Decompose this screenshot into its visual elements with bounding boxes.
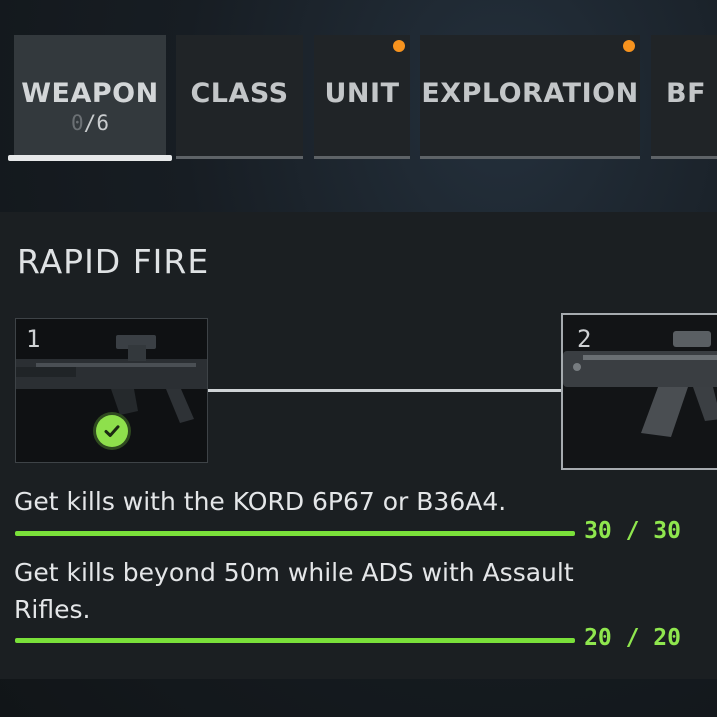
- challenge-2-progress-bar: [15, 638, 575, 643]
- tab-unit[interactable]: UNIT: [314, 35, 410, 159]
- tab-label: WEAPON: [21, 78, 159, 109]
- tab-label: CLASS: [190, 78, 289, 109]
- assignment-title: RAPID FIRE: [17, 242, 210, 281]
- notification-dot-icon: [623, 40, 635, 52]
- challenge-1-text: Get kills with the KORD 6P67 or B36A4.: [14, 487, 507, 516]
- count-done: 0: [71, 111, 84, 135]
- category-tabs: WEAPON 0/6 CLASS UNIT EXPLORATION BF I: [0, 35, 717, 165]
- tab-underline: [176, 156, 303, 159]
- challenge-2-progress: 20 / 20: [584, 625, 681, 651]
- tab-label: UNIT: [324, 78, 400, 109]
- tab-underline: [651, 156, 717, 159]
- tab-label: BF I: [666, 78, 717, 109]
- challenge-1-progress-bar: [15, 531, 575, 536]
- notification-dot-icon: [393, 40, 405, 52]
- assignment-panel: RAPID FIRE 1 2 Get kills with the KORD 6…: [0, 212, 717, 679]
- challenge-1-progress: 30 / 30: [584, 518, 681, 544]
- tab-underline: [420, 156, 640, 159]
- tab-weapon[interactable]: WEAPON 0/6: [8, 35, 172, 161]
- step-number: 2: [577, 325, 592, 353]
- step-number: 1: [26, 325, 41, 353]
- check-icon: [96, 415, 128, 447]
- tab-bf[interactable]: BF I: [651, 35, 717, 159]
- step-connector: [208, 389, 562, 392]
- count-total: /6: [83, 111, 109, 135]
- active-underline: [8, 155, 172, 161]
- tab-exploration[interactable]: EXPLORATION: [420, 35, 640, 159]
- tab-underline: [314, 156, 410, 159]
- step-2-card[interactable]: 2: [561, 313, 717, 470]
- tab-class[interactable]: CLASS: [176, 35, 303, 159]
- challenge-2-text: Get kills beyond 50m while ADS with Assa…: [14, 558, 574, 624]
- step-1-card[interactable]: 1: [15, 318, 208, 463]
- tab-label: EXPLORATION: [421, 78, 639, 109]
- tab-count: 0/6: [71, 111, 109, 135]
